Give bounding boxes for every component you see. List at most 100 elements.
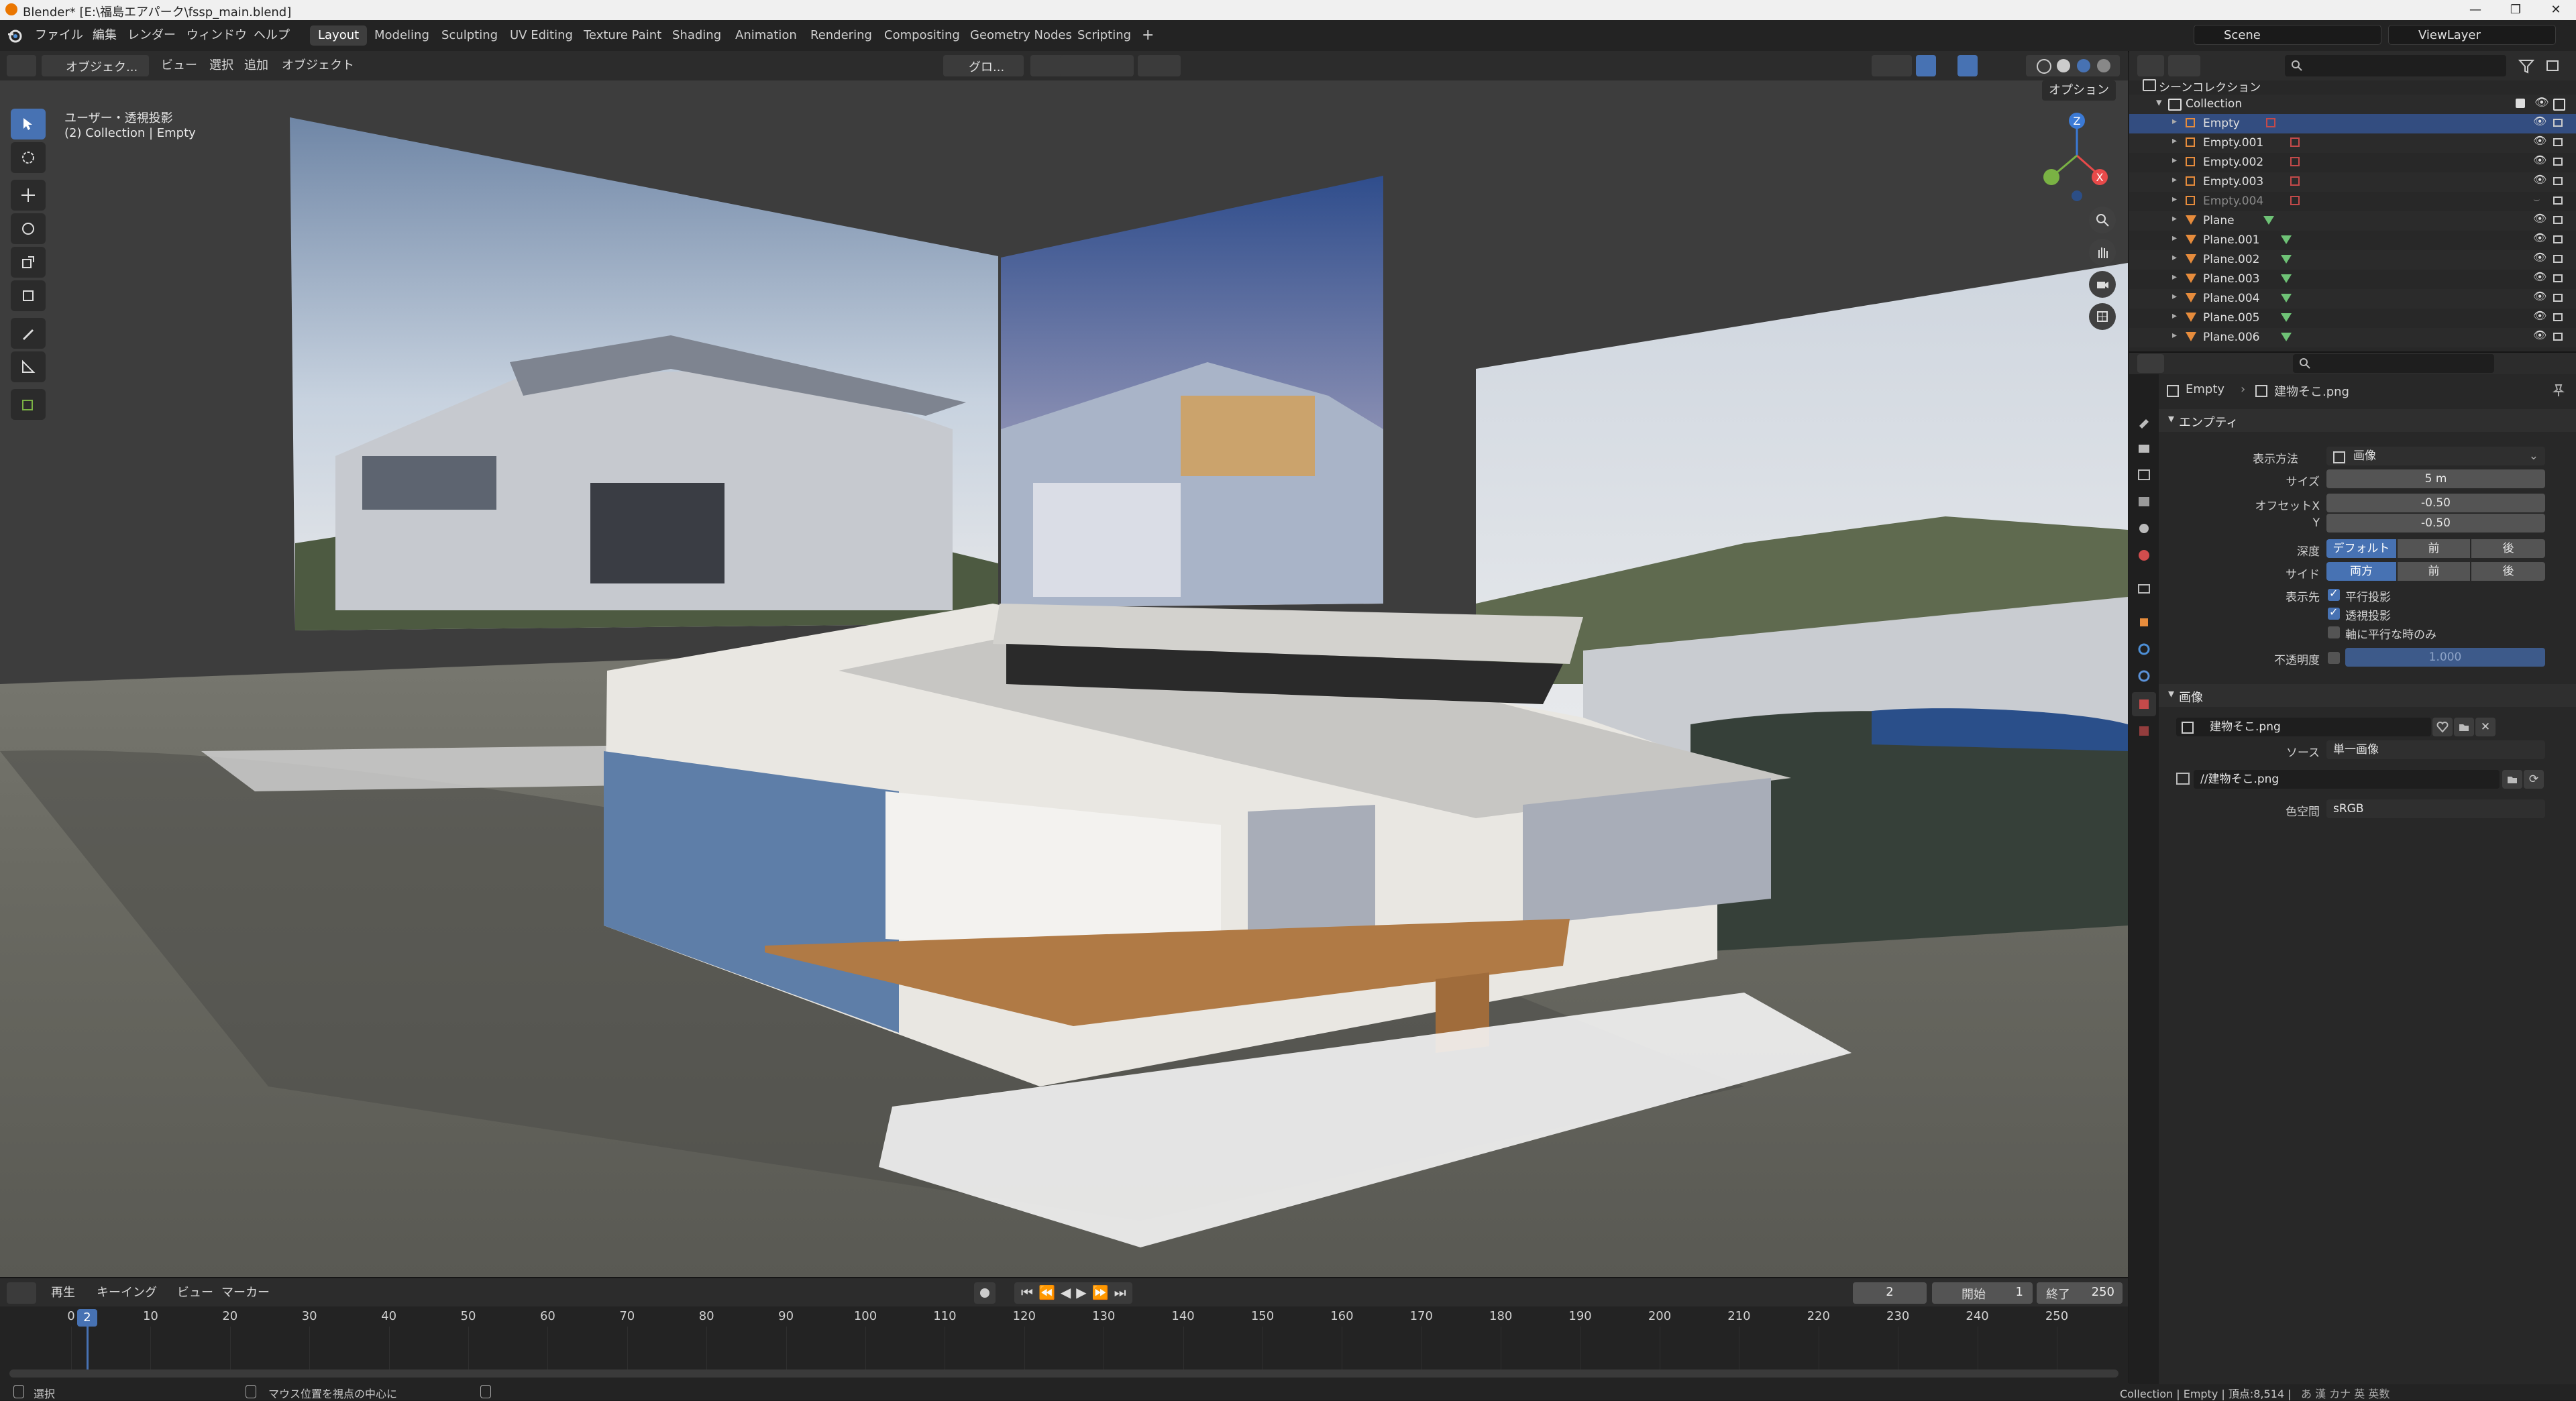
editor-type-button[interactable] — [7, 55, 36, 76]
visibility-eye-icon[interactable]: 👁 — [2533, 251, 2546, 264]
object-tab-icon[interactable] — [2132, 610, 2156, 634]
tab-geometry-nodes[interactable]: Geometry Nodes — [962, 25, 1080, 46]
start-frame-field[interactable]: 開始 1 — [1932, 1282, 2033, 1304]
depth-front-option[interactable]: 前 — [2398, 539, 2470, 558]
outliner-row[interactable]: ▸ Plane.004 👁 — [2129, 289, 2576, 309]
proportional-editing-toggle[interactable] — [1138, 55, 1181, 76]
tab-rendering[interactable]: Rendering — [802, 25, 880, 46]
outliner-scene-collection[interactable]: シーンコレクション — [2129, 75, 2576, 95]
annotate-tool[interactable] — [11, 318, 46, 349]
minimize-button[interactable]: — — [2455, 0, 2496, 20]
timeline-editor-type-button[interactable] — [7, 1282, 36, 1304]
visibility-eye-icon[interactable]: 👁 — [2533, 270, 2546, 283]
physics-tab-icon[interactable] — [2132, 637, 2156, 661]
fake-user-button[interactable] — [2432, 718, 2453, 736]
unlink-image-button[interactable]: ✕ — [2475, 718, 2496, 736]
use-opacity-checkbox[interactable] — [2328, 652, 2340, 664]
side-back-option[interactable]: 後 — [2471, 562, 2545, 581]
move-tool[interactable] — [11, 180, 46, 211]
image-section-collapse-icon[interactable]: ▾ — [2168, 687, 2174, 701]
visibility-eye-icon[interactable]: 👁 — [2533, 154, 2546, 166]
mesh-data-icon[interactable] — [2281, 255, 2292, 264]
render-camera-icon[interactable] — [2553, 138, 2563, 146]
timeline-area[interactable]: 0 10 20 30 40 50 60 70 80 90 100 110 120 130 140 150 160… — [0, 1306, 2128, 1383]
expand-arrow-icon[interactable]: ▸ — [2172, 272, 2177, 282]
side-both-option[interactable]: 両方 — [2326, 562, 2396, 581]
rendered-shading-icon[interactable] — [2097, 59, 2110, 72]
mesh-data-icon[interactable] — [2263, 216, 2274, 225]
select-box-tool[interactable] — [11, 109, 46, 139]
outliner-collection[interactable]: ▾ Collection 👁 — [2129, 95, 2576, 114]
world-tab-icon[interactable] — [2132, 543, 2156, 567]
tab-texture-paint[interactable]: Texture Paint — [576, 25, 669, 46]
timeline-ruler[interactable]: 0 10 20 30 40 50 60 70 80 90 100 110 120 130 140 150 160… — [0, 1306, 2128, 1374]
transform-tool[interactable] — [11, 280, 46, 311]
add-cube-tool[interactable] — [11, 389, 46, 420]
new-collection-icon[interactable] — [2545, 59, 2561, 74]
image-data-icon[interactable] — [2290, 137, 2300, 147]
expand-arrow-icon[interactable]: ▸ — [2172, 311, 2177, 321]
view-layer-tab-icon[interactable] — [2132, 490, 2156, 514]
render-camera-icon[interactable] — [2553, 158, 2563, 166]
solid-shading-icon[interactable] — [2057, 59, 2070, 72]
expand-arrow-icon[interactable]: ▸ — [2172, 135, 2177, 146]
pan-view-icon[interactable] — [2089, 239, 2116, 266]
image-data-icon[interactable] — [2290, 176, 2300, 186]
menu-file[interactable]: ファイル — [35, 25, 83, 43]
ortho-toggle-icon[interactable] — [2089, 303, 2116, 330]
menu-edit[interactable]: 編集 — [93, 25, 117, 43]
properties-search-input[interactable] — [2293, 354, 2494, 373]
outliner-row[interactable]: ▸ Plane 👁 — [2129, 211, 2576, 231]
outliner-row[interactable]: ▸ Plane.001 👁 — [2129, 231, 2576, 250]
wireframe-shading-icon[interactable] — [2037, 59, 2051, 74]
collection-render-icon[interactable] — [2553, 99, 2565, 111]
outliner-row[interactable]: ▸ Empty.002 👁 — [2129, 153, 2576, 172]
colorspace-dropdown[interactable]: sRGB — [2326, 799, 2545, 818]
visibility-eye-icon[interactable]: 👁 — [2533, 173, 2546, 186]
expand-arrow-icon[interactable]: ▸ — [2172, 194, 2177, 205]
output-tab-icon[interactable] — [2132, 463, 2156, 487]
mode-selector[interactable]: オブジェク... — [42, 55, 149, 76]
mesh-data-icon[interactable] — [2281, 313, 2292, 322]
auto-keying-toggle[interactable] — [974, 1282, 996, 1304]
offset-y-field[interactable]: -0.50 — [2326, 514, 2545, 533]
render-camera-icon[interactable] — [2553, 274, 2563, 282]
outliner-row[interactable]: ▸ Empty.004 ⌣ — [2129, 192, 2576, 211]
outliner-row[interactable]: ▸ Empty.003 👁 — [2129, 172, 2576, 192]
data-tab-icon[interactable] — [2132, 692, 2156, 716]
camera-view-icon[interactable] — [2089, 271, 2116, 298]
navigation-gizmo[interactable]: Z X — [2026, 107, 2120, 201]
gizmo-negative-z[interactable] — [2072, 190, 2082, 201]
expand-arrow-icon[interactable]: ▸ — [2172, 233, 2177, 243]
size-field[interactable]: 5 m — [2326, 469, 2545, 488]
image-browse-icon[interactable] — [2182, 722, 2194, 734]
outliner-row[interactable]: ▸ Plane.006 👁 — [2129, 328, 2576, 347]
timeline-scrollbar[interactable] — [9, 1369, 2118, 1378]
render-camera-icon[interactable] — [2553, 333, 2563, 341]
tool-tab-icon[interactable] — [2132, 409, 2156, 433]
render-camera-icon[interactable] — [2553, 255, 2563, 263]
expand-arrow-icon[interactable]: ▸ — [2172, 116, 2177, 127]
outliner-editor-type-button[interactable] — [2137, 55, 2164, 76]
visibility-eye-icon[interactable]: 👁 — [2533, 134, 2546, 147]
outliner-row[interactable]: ▸ Plane.003 👁 — [2129, 270, 2576, 289]
menu-playback[interactable]: 再生 — [44, 1283, 82, 1303]
expand-arrow-icon[interactable]: ▸ — [2172, 213, 2177, 224]
reload-image-button[interactable]: ⟳ — [2524, 770, 2544, 789]
pin-icon[interactable] — [2552, 384, 2565, 397]
visibility-eye-icon[interactable]: 👁 — [2533, 329, 2546, 341]
material-preview-icon[interactable] — [2077, 59, 2090, 72]
visibility-eye-icon[interactable]: 👁 — [2533, 212, 2546, 225]
view-layer-selector[interactable]: ViewLayer — [2388, 25, 2556, 45]
browse-file-button[interactable] — [2502, 770, 2522, 789]
mesh-data-icon[interactable] — [2281, 333, 2292, 341]
add-workspace-button[interactable]: + — [1134, 25, 1162, 46]
visibility-eye-icon[interactable]: 👁 — [2533, 231, 2546, 244]
expand-arrow-icon[interactable]: ▸ — [2172, 155, 2177, 166]
visibility-eye-icon[interactable]: 👁 — [2533, 290, 2546, 302]
tab-layout[interactable]: Layout — [310, 25, 368, 46]
outliner-search-input[interactable] — [2285, 55, 2506, 76]
scale-tool[interactable] — [11, 247, 46, 278]
expand-arrow-icon[interactable]: ▸ — [2172, 252, 2177, 263]
menu-help[interactable]: ヘルプ — [254, 25, 290, 43]
